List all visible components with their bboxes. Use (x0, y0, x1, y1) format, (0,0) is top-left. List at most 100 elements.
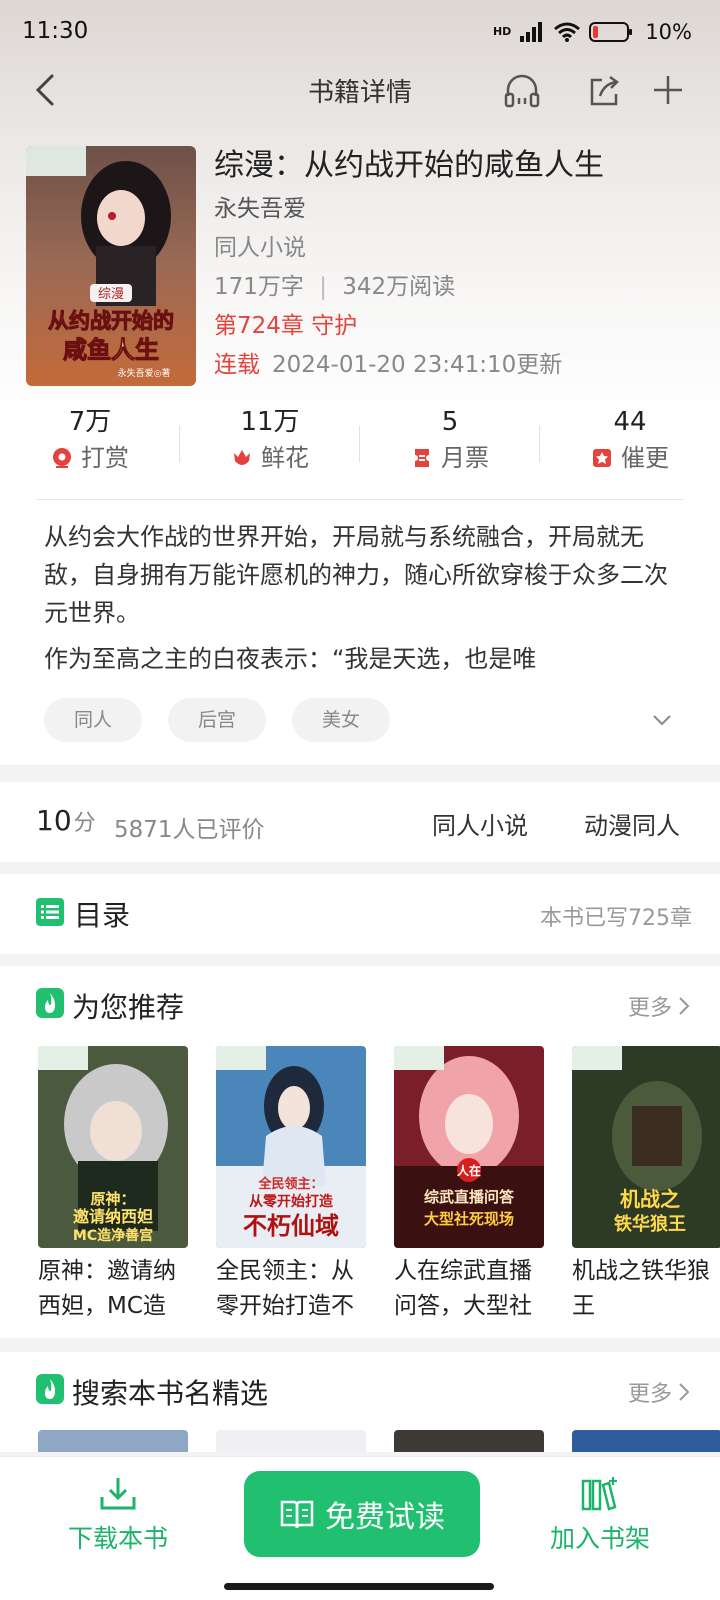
svg-text:综武直播问答: 综武直播问答 (424, 1188, 515, 1206)
cover-title-line2: 咸鱼人生 (63, 336, 159, 364)
category-link-1[interactable]: 同人小说 (432, 806, 528, 841)
svg-text:机战之: 机战之 (620, 1187, 680, 1211)
bottom-action-bar: 下载本书 免费试读 加入书架 (0, 1456, 720, 1600)
tag-chip[interactable]: 美女 (292, 698, 390, 742)
book-card[interactable]: 人在 综武直播问答 大型社死现场 人在综武直播问答，大型社 (394, 1046, 544, 1324)
list-icon (36, 898, 64, 926)
recommend-section: 为您推荐 更多 原神： 邀请纳西妲 MC造净善宫 原神：邀请纳西妲，MC造 全民… (0, 966, 720, 1338)
flame-icon (36, 988, 64, 1018)
stat-value: 5 (441, 407, 459, 437)
book-cover-thumb (394, 1430, 544, 1452)
rating-score: 10分 (36, 804, 96, 837)
stat-label: 月票 (441, 444, 489, 472)
add-to-shelf-button[interactable]: 加入书架 (520, 1475, 680, 1555)
book-cover-thumb (216, 1430, 366, 1452)
toc-label: 目录 (74, 899, 131, 932)
book-cover-thumb: 人在 综武直播问答 大型社死现场 (394, 1046, 544, 1248)
header: 书籍详情 (0, 62, 720, 122)
svg-text:邀请纳西妲: 邀请纳西妲 (73, 1207, 153, 1226)
stat-value: 11万 (240, 407, 300, 437)
book-card[interactable] (38, 1430, 188, 1452)
section-title: 搜索本书名精选 (72, 1377, 269, 1410)
book-cover-thumb (572, 1430, 720, 1452)
stat-value: 7万 (68, 407, 112, 437)
stat-label: 鲜花 (261, 444, 309, 472)
battery-icon (589, 22, 633, 42)
hd-label: HD (492, 25, 512, 38)
latest-chapter[interactable]: 第724章 守护 (214, 307, 704, 346)
cover-title-line1: 从约战开始的 (48, 309, 174, 333)
word-count: 171万字 (214, 274, 304, 300)
book-name: 原神：邀请纳西妲，MC造 (38, 1258, 176, 1319)
stats-row: 7万 打赏 11万 鲜花 5 月票 44 催更 (0, 404, 720, 484)
read-count: 342万阅读 (342, 274, 456, 300)
free-read-label: 免费试读 (325, 1500, 445, 1535)
stat-reward[interactable]: 7万 打赏 (0, 404, 180, 484)
search-book-list (38, 1430, 720, 1452)
tag-chip[interactable]: 后宫 (168, 698, 266, 742)
cover-tag: 综漫 (98, 287, 124, 302)
book-cover[interactable]: 综漫 从约战开始的 咸鱼人生 永失吾爱◎著 (26, 146, 196, 386)
book-title: 综漫：从约战开始的咸鱼人生 (214, 148, 604, 183)
stat-ticket[interactable]: 5 月票 (360, 404, 540, 484)
svg-text:原神：: 原神： (90, 1190, 135, 1208)
battery-percent: 10% (645, 20, 692, 44)
more-link[interactable]: 更多 (628, 990, 690, 1022)
chevron-right-icon (679, 997, 690, 1015)
svg-text:不朽仙域: 不朽仙域 (243, 1212, 339, 1240)
book-card[interactable] (572, 1430, 720, 1452)
metric-separator: | (319, 274, 327, 300)
book-card[interactable]: 全民领主： 从零开始打造 不朽仙域 全民领主：从零开始打造不 (216, 1046, 366, 1324)
book-cover-thumb: 原神： 邀请纳西妲 MC造净善宫 (38, 1046, 188, 1248)
book-metrics: 171万字 | 342万阅读 (214, 268, 704, 307)
cover-author: 永失吾爱◎著 (118, 367, 171, 379)
svg-text:大型社死现场: 大型社死现场 (424, 1210, 514, 1228)
book-cover-thumb: 全民领主： 从零开始打造 不朽仙域 (216, 1046, 366, 1248)
plus-icon[interactable] (646, 68, 690, 112)
rating-count: 5871人已评价 (114, 817, 265, 843)
home-indicator[interactable] (224, 1583, 494, 1590)
book-category[interactable]: 同人小说 (214, 229, 704, 268)
book-card[interactable]: 机战之 铁华狼王 机战之铁华狼王 (572, 1046, 720, 1324)
chevron-down-icon[interactable] (650, 708, 674, 732)
description-paragraph: 作为至高之主的白夜表示：“我是天选，也是唯 (44, 645, 537, 673)
stat-urge[interactable]: 44 催更 (540, 404, 720, 484)
status-icons: HD 10% (493, 20, 692, 44)
wifi-icon (554, 22, 581, 42)
rating-row[interactable]: 10分 5871人已评价 同人小说 动漫同人 (0, 782, 720, 862)
status-bar: 11:30 HD 10% (0, 0, 720, 62)
svg-text:人在: 人在 (457, 1163, 481, 1178)
reward-icon (53, 448, 71, 468)
book-name: 机战之铁华狼王 (572, 1258, 710, 1319)
table-of-contents-row[interactable]: 目录 本书已写725章 (0, 874, 720, 954)
stat-flower[interactable]: 11万 鲜花 (180, 404, 360, 484)
book-name: 全民领主：从零开始打造不 (216, 1258, 354, 1319)
search-title-section: 搜索本书名精选 更多 (0, 1352, 720, 1452)
free-read-button[interactable]: 免费试读 (244, 1471, 480, 1557)
tag-chip[interactable]: 同人 (44, 698, 142, 742)
book-info: 综漫：从约战开始的咸鱼人生 永失吾爱 同人小说 171万字 | 342万阅读 第… (214, 146, 704, 385)
download-icon (100, 1478, 136, 1510)
headphones-icon[interactable] (500, 68, 544, 112)
category-link-2[interactable]: 动漫同人 (584, 806, 680, 841)
svg-text:铁华狼王: 铁华狼王 (614, 1213, 686, 1235)
download-label: 下载本书 (67, 1524, 168, 1553)
stat-label: 催更 (621, 444, 669, 472)
divider (36, 499, 684, 500)
update-info: 连载 2024-01-20 23:41:10更新 (214, 346, 704, 385)
more-link[interactable]: 更多 (628, 1376, 690, 1408)
stat-label: 打赏 (81, 444, 129, 472)
book-description[interactable]: 从约会大作战的世界开始，开局就与系统融合，开局就无敌，自身拥有万能许愿机的神力，… (44, 518, 684, 684)
update-time: 2024-01-20 23:41:10更新 (272, 352, 563, 378)
status-time: 11:30 (22, 18, 89, 44)
book-cover-thumb: 机战之 铁华狼王 (572, 1046, 720, 1248)
share-icon[interactable] (582, 68, 626, 112)
download-button[interactable]: 下载本书 (38, 1475, 198, 1555)
stat-value: 44 (613, 407, 647, 437)
book-card[interactable] (216, 1430, 366, 1452)
book-card[interactable]: 原神： 邀请纳西妲 MC造净善宫 原神：邀请纳西妲，MC造 (38, 1046, 188, 1324)
book-card[interactable] (394, 1430, 544, 1452)
book-author[interactable]: 永失吾爱 (214, 190, 704, 229)
urge-icon (593, 449, 611, 467)
flame-icon (36, 1374, 64, 1404)
